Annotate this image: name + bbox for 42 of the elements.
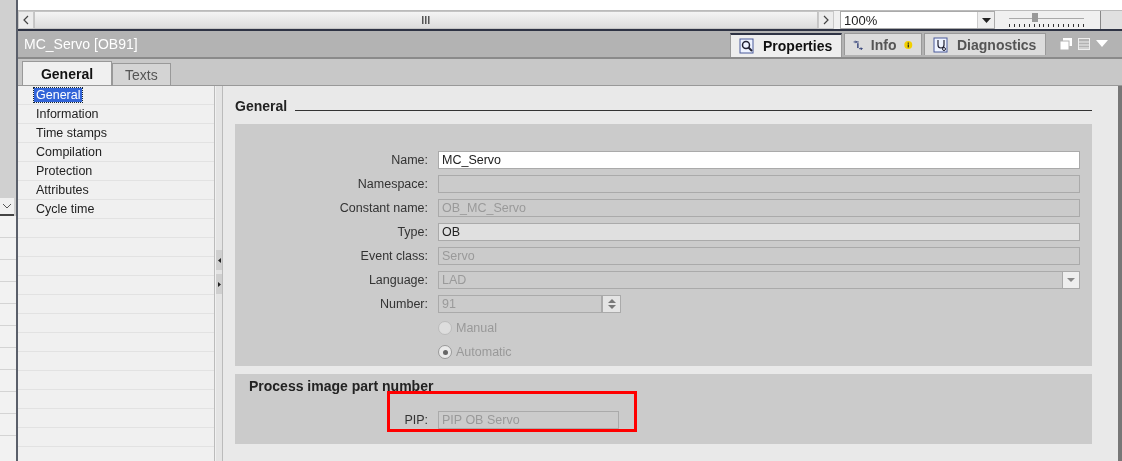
grip-icon xyxy=(422,16,430,24)
caret-icon xyxy=(1062,272,1079,288)
collapse-handle[interactable] xyxy=(216,250,222,270)
sidebar-item[interactable]: Cycle time xyxy=(34,202,97,216)
field-label: Name: xyxy=(390,153,429,167)
expand-handle[interactable] xyxy=(216,274,222,294)
chevron-left-icon xyxy=(23,15,29,25)
sidebar-item[interactable]: Protection xyxy=(34,164,95,178)
sidebar-item[interactable]: Compilation xyxy=(34,145,104,159)
text-field[interactable]: OB xyxy=(438,223,1080,241)
inspector-tab[interactable]: Diagnostics xyxy=(924,33,1046,55)
side-panel-edge xyxy=(1100,11,1122,29)
field-label: Namespace: xyxy=(356,177,429,191)
section-heading: Process image part number xyxy=(249,378,435,394)
stethoscope-icon xyxy=(933,36,949,53)
field-label: PIP: xyxy=(403,413,429,427)
field-label: Constant name: xyxy=(338,201,429,215)
tab[interactable]: Texts xyxy=(112,63,171,85)
inspector-tab[interactable]: Info xyxy=(844,33,922,55)
inspector-tab[interactable]: Properties xyxy=(730,33,842,57)
sidebar-item[interactable]: Information xyxy=(34,107,101,121)
scroll-left-button[interactable] xyxy=(18,11,34,29)
zoom-dropdown[interactable]: 100% xyxy=(840,11,995,29)
sidebar-item[interactable]: General xyxy=(34,88,83,102)
up-down-arrows-icon xyxy=(607,298,616,310)
sidebar-item[interactable]: Attributes xyxy=(34,183,91,197)
panel-title: MC_Servo [OB91] xyxy=(23,36,139,52)
zoom-slider[interactable] xyxy=(1009,11,1084,29)
horizontal-scrollbar[interactable] xyxy=(34,11,818,29)
sidebar-item[interactable]: Time stamps xyxy=(34,126,110,140)
chevron-down-icon[interactable] xyxy=(0,198,14,216)
text-field[interactable]: MC_Servo xyxy=(438,151,1080,169)
tab[interactable]: General xyxy=(22,61,112,85)
field-label: Number: xyxy=(379,297,429,311)
field-label: Language: xyxy=(367,273,429,287)
spinner-button[interactable] xyxy=(602,295,621,313)
field-label: Event class: xyxy=(359,249,429,263)
chevron-right-icon xyxy=(823,15,829,25)
scroll-right-button[interactable] xyxy=(818,11,834,29)
section-heading: General xyxy=(235,98,288,114)
magnifier-icon xyxy=(739,38,755,54)
field-label: Type: xyxy=(396,225,429,239)
